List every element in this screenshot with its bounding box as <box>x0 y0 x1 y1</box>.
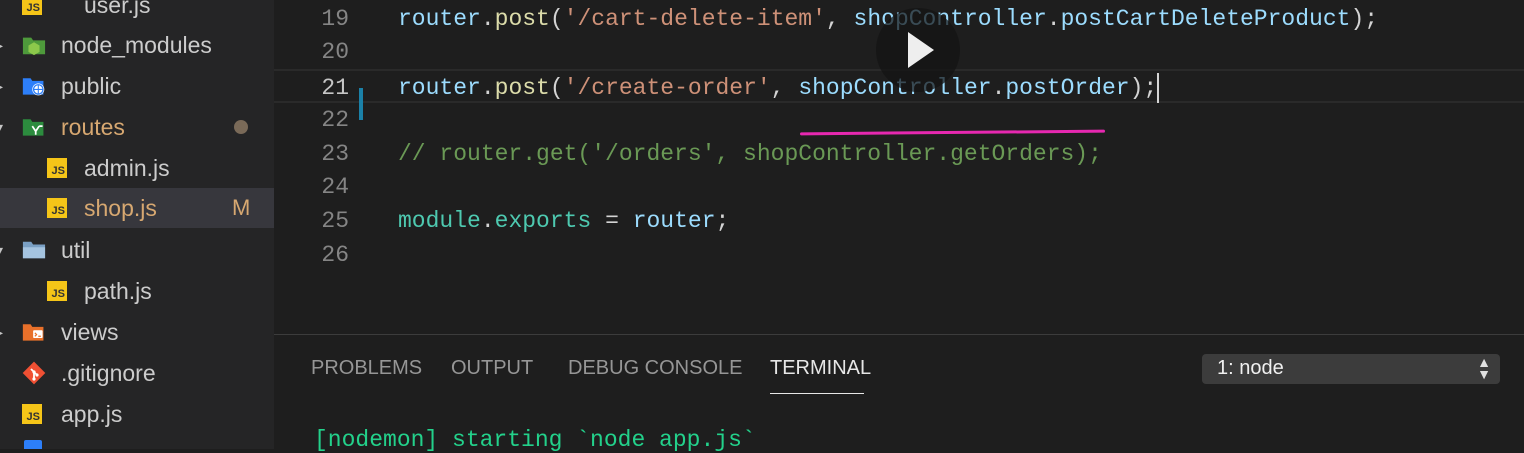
code-token: router <box>632 207 716 234</box>
line-number: 21 <box>321 75 349 102</box>
tree-item-label: public <box>61 72 122 99</box>
chevron-down-icon: ▾ <box>0 242 6 259</box>
terminal-output: [nodemon] starting `node app.js` <box>314 427 756 453</box>
tree-item-label: shop.js <box>84 194 157 221</box>
tree-item-label: admin.js <box>84 154 170 181</box>
bottom-panel: PROBLEMS OUTPUT DEBUG CONSOLE TERMINAL 1… <box>274 334 1524 453</box>
code-token: router <box>398 5 481 32</box>
code-token: '/cart-delete-item' <box>563 5 826 32</box>
folder-icon <box>22 238 46 262</box>
code-token: postOrder <box>1005 75 1130 102</box>
git-icon <box>22 361 46 385</box>
text-cursor <box>1157 73 1160 104</box>
node-folder-icon <box>22 33 46 57</box>
line-number: 22 <box>321 106 349 133</box>
code-line[interactable]: 23 // router.get('/orders', shopControlle… <box>274 137 1524 171</box>
chevron-down-icon: ▾ <box>0 119 6 136</box>
code-token: post <box>494 75 550 102</box>
code-token: router <box>398 75 481 102</box>
code-token: ); <box>1129 75 1158 102</box>
tree-item-label: node_modules <box>61 31 212 58</box>
code-token: . <box>480 207 495 234</box>
code-token: ( <box>549 75 564 102</box>
code-text: router.post('/create-order', shopControl… <box>398 71 1160 105</box>
terminal-select-value: 1: node <box>1217 357 1284 379</box>
tab-terminal[interactable]: TERMINAL <box>770 357 871 380</box>
tree-item-label: util <box>61 236 91 263</box>
tree-item-label: views <box>61 318 119 345</box>
tab-debug-console[interactable]: DEBUG CONSOLE <box>568 357 742 380</box>
chevron-right-icon: ▸ <box>0 37 6 54</box>
tree-item-shop-js[interactable]: JS shop.js M <box>0 188 274 228</box>
tree-item-label: .gitignore <box>61 359 156 386</box>
js-file-icon: JS <box>22 0 42 15</box>
code-line[interactable]: 25 module.exports = router; <box>274 204 1524 238</box>
tree-item-public[interactable]: ▸ public <box>0 66 274 106</box>
line-number: 20 <box>321 39 349 66</box>
code-line[interactable]: 26 <box>274 238 1524 272</box>
tree-item-routes[interactable]: ▾ routes <box>0 107 274 147</box>
code-token: ; <box>715 207 730 234</box>
tree-item-user-js[interactable]: JS user.js <box>0 0 274 25</box>
modified-line-gutter-mark <box>359 88 363 120</box>
code-token: post <box>494 5 550 32</box>
code-token: = <box>591 207 633 234</box>
tree-item-label: app.js <box>61 400 123 427</box>
file-explorer: JS user.js ▸ node_modules ▸ public ▾ rou… <box>0 0 274 449</box>
code-token: , <box>825 5 854 32</box>
code-token: . <box>480 75 495 102</box>
tab-problems[interactable]: PROBLEMS <box>311 357 422 380</box>
terminal-select[interactable]: 1: node ▲ ▼ <box>1202 354 1500 384</box>
code-token: ); <box>1350 5 1379 32</box>
code-token: ( <box>549 5 564 32</box>
code-token: postCartDeleteProduct <box>1060 5 1351 32</box>
code-text: // router.get('/orders', shopController.… <box>398 137 1102 171</box>
chevron-right-icon: ▸ <box>0 78 6 95</box>
line-number: 25 <box>321 207 349 234</box>
tree-item-app-js[interactable]: JS app.js <box>0 394 274 434</box>
tree-item-views[interactable]: ▸ views <box>0 312 274 352</box>
js-file-icon: JS <box>47 158 67 178</box>
play-icon[interactable] <box>876 8 960 92</box>
js-file-icon: JS <box>22 404 42 424</box>
modified-badge: M <box>232 195 251 220</box>
code-token: . <box>991 75 1006 102</box>
modified-dot-icon <box>234 120 248 134</box>
code-token: exports <box>494 207 592 234</box>
tree-item-util[interactable]: ▾ util <box>0 230 274 270</box>
code-token: // router.get('/orders', shopController.… <box>398 140 1102 167</box>
tree-item-path-js[interactable]: JS path.js <box>0 271 274 311</box>
folder-icon <box>24 440 42 449</box>
code-token: , <box>770 75 799 102</box>
public-folder-icon <box>22 74 46 98</box>
routes-folder-icon <box>22 115 46 139</box>
tree-item-gitignore[interactable]: .gitignore <box>0 353 274 393</box>
views-folder-icon <box>22 320 46 344</box>
code-token: module <box>398 207 481 234</box>
tree-item-node-modules[interactable]: ▸ node_modules <box>0 25 274 65</box>
tree-item-label: user.js <box>84 0 151 18</box>
js-file-icon: JS <box>47 198 67 218</box>
tab-output[interactable]: OUTPUT <box>451 357 533 380</box>
js-file-icon: JS <box>47 281 67 301</box>
code-token: '/create-order' <box>563 75 771 102</box>
code-token: . <box>1046 5 1061 32</box>
code-text: module.exports = router; <box>398 204 729 238</box>
line-number: 19 <box>321 5 349 32</box>
code-token: . <box>480 5 495 32</box>
tree-item-admin-js[interactable]: JS admin.js <box>0 148 274 188</box>
tree-item-label: path.js <box>84 277 152 304</box>
line-number: 26 <box>321 241 349 268</box>
line-number: 23 <box>321 140 349 167</box>
active-tab-indicator <box>770 393 864 394</box>
line-number: 24 <box>321 174 349 201</box>
code-line[interactable]: 24 <box>274 170 1524 204</box>
tree-item-label: routes <box>61 113 125 140</box>
updown-chevron-icon: ▲ ▼ <box>1477 354 1491 382</box>
chevron-right-icon: ▸ <box>0 324 6 341</box>
